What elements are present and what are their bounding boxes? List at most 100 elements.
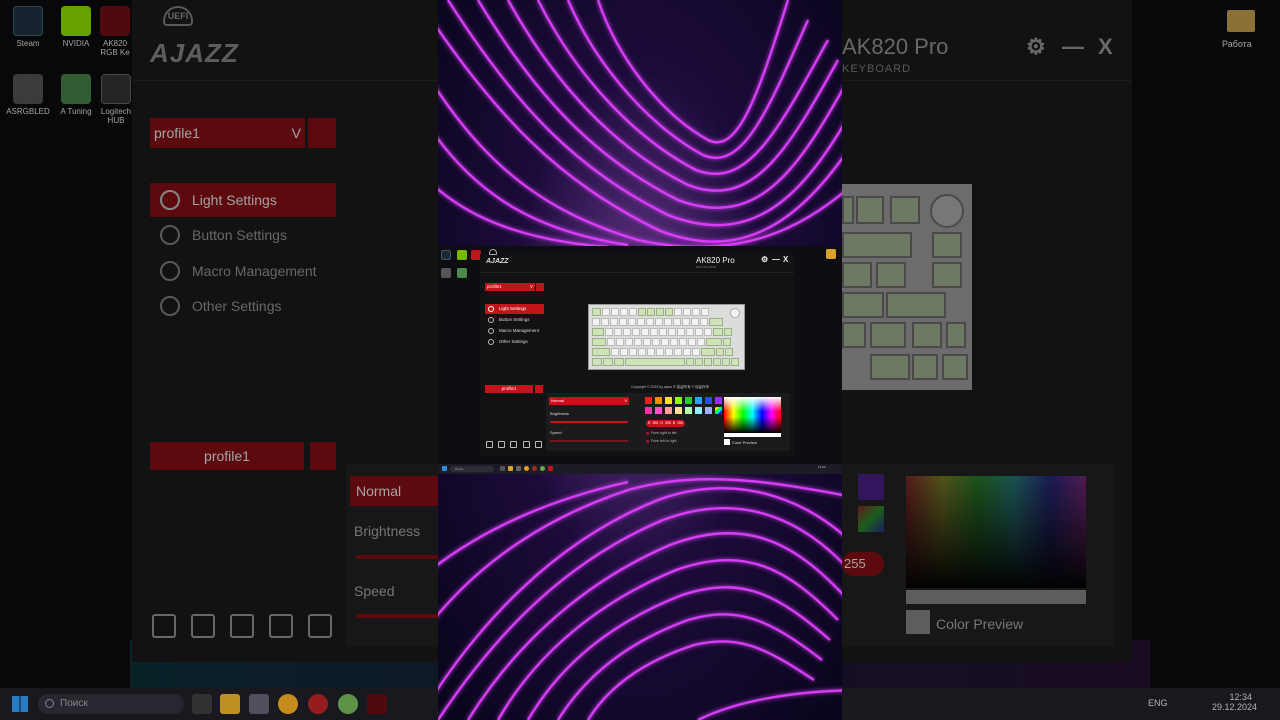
key[interactable] xyxy=(592,318,600,326)
key[interactable] xyxy=(701,308,709,316)
color-swatch[interactable] xyxy=(645,407,652,414)
color-swatch[interactable] xyxy=(645,397,652,404)
key[interactable] xyxy=(686,328,694,336)
key[interactable] xyxy=(665,308,673,316)
key[interactable] xyxy=(683,308,691,316)
key[interactable] xyxy=(679,338,687,346)
export-icon[interactable] xyxy=(535,441,542,448)
key[interactable] xyxy=(592,308,601,316)
color-swatch[interactable] xyxy=(705,397,712,404)
key[interactable] xyxy=(652,338,660,346)
key[interactable] xyxy=(592,348,610,356)
menu-button-settings[interactable]: Button Settings xyxy=(485,315,544,325)
key[interactable] xyxy=(664,318,672,326)
key[interactable] xyxy=(634,338,642,346)
key[interactable] xyxy=(688,338,696,346)
key[interactable] xyxy=(723,338,731,346)
asrgbled-icon[interactable] xyxy=(441,268,451,278)
key[interactable] xyxy=(709,318,723,326)
color-swatch[interactable] xyxy=(685,407,692,414)
edit-icon[interactable] xyxy=(535,385,543,393)
key[interactable] xyxy=(713,328,723,336)
key[interactable] xyxy=(682,318,690,326)
key[interactable] xyxy=(592,358,602,366)
speed-slider[interactable] xyxy=(550,440,628,442)
key[interactable] xyxy=(638,308,646,316)
key[interactable] xyxy=(625,338,633,346)
profile-add-button[interactable] xyxy=(536,283,544,291)
chrome-icon[interactable] xyxy=(524,466,529,471)
ajazz-taskbar-icon[interactable] xyxy=(548,466,553,471)
key[interactable] xyxy=(641,328,649,336)
direction-option-right-to-left[interactable]: From right to left xyxy=(646,431,676,435)
key[interactable] xyxy=(647,348,655,356)
key[interactable] xyxy=(659,328,667,336)
color-picker[interactable] xyxy=(724,397,781,433)
key[interactable] xyxy=(665,348,673,356)
mode-select[interactable]: Normal V xyxy=(549,397,629,405)
key[interactable] xyxy=(692,348,700,356)
key[interactable] xyxy=(614,358,624,366)
import-icon[interactable] xyxy=(486,441,493,448)
space-key[interactable] xyxy=(625,358,685,366)
color-swatch[interactable] xyxy=(695,407,702,414)
key[interactable] xyxy=(673,318,681,326)
trash-icon[interactable] xyxy=(523,441,530,448)
key[interactable] xyxy=(629,308,637,316)
g-value[interactable]: 255 xyxy=(665,421,671,425)
color-swatch[interactable] xyxy=(675,407,682,414)
key[interactable] xyxy=(695,358,703,366)
color-swatch[interactable] xyxy=(655,397,662,404)
key[interactable] xyxy=(661,338,669,346)
profile-name-field[interactable]: profile1 xyxy=(485,385,533,393)
key[interactable] xyxy=(632,328,640,336)
key[interactable] xyxy=(602,308,610,316)
folder-icon[interactable] xyxy=(826,249,836,259)
key[interactable] xyxy=(731,358,739,366)
key[interactable] xyxy=(677,328,685,336)
key[interactable] xyxy=(601,318,609,326)
key[interactable] xyxy=(610,318,618,326)
key[interactable] xyxy=(611,348,619,356)
calculator-icon[interactable] xyxy=(516,466,521,471)
key[interactable] xyxy=(686,358,694,366)
key[interactable] xyxy=(722,358,730,366)
color-swatch[interactable] xyxy=(675,397,682,404)
key[interactable] xyxy=(603,358,613,366)
windows-start-icon[interactable] xyxy=(442,466,447,471)
key[interactable] xyxy=(674,308,682,316)
inner-clock[interactable]: 12:34 xyxy=(818,465,826,469)
color-swatch[interactable] xyxy=(715,407,722,414)
key[interactable] xyxy=(706,338,722,346)
key[interactable] xyxy=(623,328,631,336)
key[interactable] xyxy=(713,358,721,366)
key[interactable] xyxy=(716,348,724,356)
key[interactable] xyxy=(592,338,606,346)
menu-other-settings[interactable]: Other Settings xyxy=(485,337,544,347)
key[interactable] xyxy=(646,318,654,326)
explorer-icon[interactable] xyxy=(508,466,513,471)
gear-icon[interactable]: ⚙ xyxy=(761,255,768,264)
key[interactable] xyxy=(724,328,732,336)
key[interactable] xyxy=(695,328,703,336)
app-icon[interactable] xyxy=(540,466,545,471)
color-swatch[interactable] xyxy=(705,407,712,414)
key[interactable] xyxy=(701,348,715,356)
knob-icon[interactable] xyxy=(730,308,740,318)
color-swatch[interactable] xyxy=(715,397,722,404)
minimize-icon[interactable]: — xyxy=(772,255,780,264)
key[interactable] xyxy=(637,318,645,326)
key[interactable] xyxy=(670,338,678,346)
key[interactable] xyxy=(700,318,708,326)
key[interactable] xyxy=(668,328,676,336)
color-swatch[interactable] xyxy=(665,397,672,404)
key[interactable] xyxy=(691,318,699,326)
steam-icon[interactable] xyxy=(441,250,451,260)
key[interactable] xyxy=(638,348,646,356)
key[interactable] xyxy=(629,348,637,356)
b-value[interactable]: 255 xyxy=(677,421,683,425)
key[interactable] xyxy=(692,308,700,316)
brightness-slider[interactable] xyxy=(550,421,628,423)
key[interactable] xyxy=(697,338,705,346)
key[interactable] xyxy=(674,348,682,356)
